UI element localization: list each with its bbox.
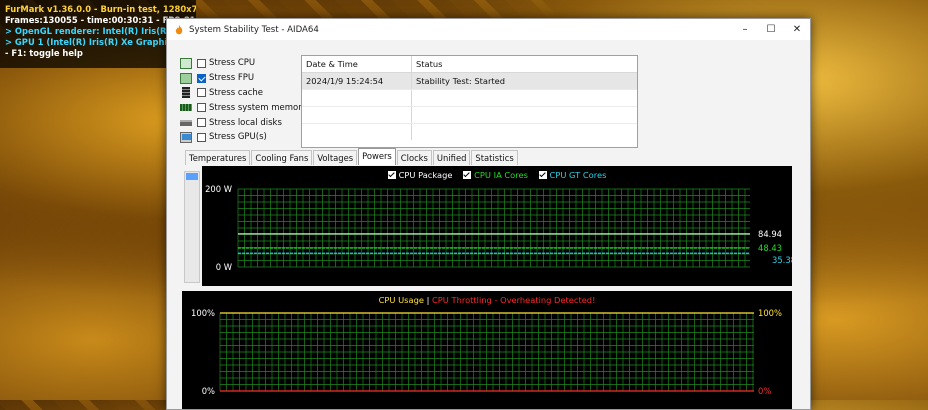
stress-cpu-option[interactable]: Stress CPU bbox=[180, 56, 307, 71]
tab-clocks[interactable]: Clocks bbox=[396, 150, 432, 165]
stress-cache-option[interactable]: Stress cache bbox=[180, 86, 307, 101]
tab-cooling-fans[interactable]: Cooling Fans bbox=[251, 150, 313, 165]
right-min-label: 0% bbox=[758, 386, 771, 396]
stress-disks-label: Stress local disks bbox=[209, 117, 282, 128]
minimize-button[interactable]: – bbox=[732, 24, 758, 35]
stress-cpu-label: Stress CPU bbox=[209, 58, 256, 69]
stress-disks-option[interactable]: Stress local disks bbox=[180, 115, 307, 130]
flame-icon bbox=[175, 24, 183, 34]
memory-icon bbox=[180, 104, 192, 112]
tab-voltages[interactable]: Voltages bbox=[313, 150, 358, 165]
tab-statistics[interactable]: Statistics bbox=[471, 150, 518, 165]
aida64-window: System Stability Test - AIDA64 – ☐ ✕ Str… bbox=[166, 18, 811, 410]
power-chart-svg: 200 W 0 W 84.94 48.43 35.38 bbox=[205, 184, 792, 272]
stress-cpu-checkbox[interactable] bbox=[197, 58, 206, 68]
right-max-label: 100% bbox=[758, 308, 782, 318]
log-row-empty bbox=[302, 124, 637, 140]
tab-powers[interactable]: Powers bbox=[358, 148, 396, 165]
cpu-usage-graph: CPU Usage | CPU Throttling - Overheating… bbox=[182, 291, 792, 409]
cache-icon bbox=[182, 87, 190, 99]
series-value-label: 48.43 bbox=[758, 243, 782, 253]
window-title: System Stability Test - AIDA64 bbox=[189, 24, 319, 35]
disk-icon bbox=[180, 119, 192, 126]
stress-disks-checkbox[interactable] bbox=[197, 118, 206, 128]
graph-scrollbar[interactable] bbox=[184, 171, 200, 283]
tab-temperatures[interactable]: Temperatures bbox=[185, 150, 251, 165]
log-header: Date & Time Status bbox=[302, 56, 637, 73]
fpu-icon bbox=[180, 72, 192, 84]
log-row[interactable]: 2024/1/9 15:24:54 Stability Test: Starte… bbox=[302, 73, 637, 90]
log-date: 2024/1/9 15:24:54 bbox=[302, 73, 412, 89]
gpu-icon bbox=[180, 131, 192, 143]
tab-strip: Temperatures Cooling Fans Voltages Power… bbox=[185, 148, 519, 165]
power-grid bbox=[237, 188, 750, 268]
usage-chart-svg: 100% 0% 100% 0% bbox=[191, 308, 782, 396]
close-button[interactable]: ✕ bbox=[784, 24, 810, 35]
cpu-icon bbox=[180, 57, 192, 69]
y-max-label: 100% bbox=[191, 308, 215, 318]
title-bar[interactable]: System Stability Test - AIDA64 – ☐ ✕ bbox=[167, 19, 810, 40]
furmark-title: FurMark v1.36.0.0 - Burn-in test, 1280x7… bbox=[5, 4, 196, 14]
status-header[interactable]: Status bbox=[412, 56, 637, 72]
stress-memory-label: Stress system memory bbox=[209, 102, 307, 113]
stress-fpu-checkbox[interactable] bbox=[197, 73, 206, 83]
stress-cache-label: Stress cache bbox=[209, 87, 263, 98]
status-log[interactable]: Date & Time Status 2024/1/9 15:24:54 Sta… bbox=[301, 55, 638, 148]
series-value-label: 84.94 bbox=[758, 229, 782, 239]
maximize-button[interactable]: ☐ bbox=[758, 24, 784, 35]
scrollbar-thumb[interactable] bbox=[186, 173, 198, 180]
stress-cache-checkbox[interactable] bbox=[197, 88, 206, 98]
stress-fpu-label: Stress FPU bbox=[209, 73, 255, 84]
stress-memory-option[interactable]: Stress system memory bbox=[180, 100, 307, 115]
y-max-label: 200 W bbox=[205, 184, 232, 194]
y-min-label: 0 W bbox=[216, 262, 232, 272]
stress-memory-checkbox[interactable] bbox=[197, 103, 206, 113]
stress-gpu-checkbox[interactable] bbox=[197, 132, 206, 142]
stress-options: Stress CPU Stress FPU Stress cache Stres… bbox=[180, 56, 307, 145]
log-status: Stability Test: Started bbox=[416, 76, 505, 86]
series-value-label: 35.38 bbox=[772, 255, 792, 265]
stress-fpu-option[interactable]: Stress FPU bbox=[180, 71, 307, 86]
stress-gpu-option[interactable]: Stress GPU(s) bbox=[180, 130, 307, 145]
log-row-empty bbox=[302, 107, 637, 124]
date-time-header[interactable]: Date & Time bbox=[302, 56, 412, 72]
usage-grid bbox=[219, 312, 754, 392]
power-graph: CPU Package CPU IA Cores CPU GT Cores 20… bbox=[202, 166, 792, 286]
tab-unified[interactable]: Unified bbox=[432, 150, 471, 165]
y-min-label: 0% bbox=[202, 386, 215, 396]
stress-gpu-label: Stress GPU(s) bbox=[209, 132, 267, 143]
log-row-empty bbox=[302, 90, 637, 107]
